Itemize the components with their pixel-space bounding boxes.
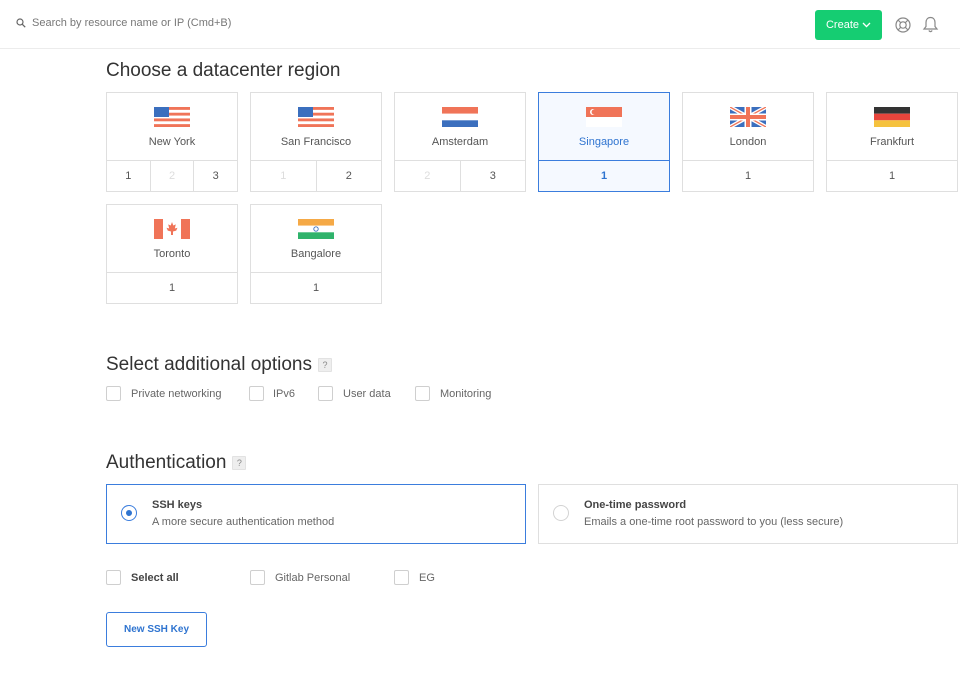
region-name: London: [729, 136, 767, 148]
monitoring-checkbox[interactable]: [415, 386, 430, 401]
ssh-key-label[interactable]: Gitlab Personal: [275, 572, 350, 584]
ssh-keys-radio[interactable]: [121, 505, 137, 521]
canada-flag-icon: [154, 219, 190, 239]
region-name: San Francisco: [280, 136, 352, 148]
datacenter-option[interactable]: 1: [683, 161, 813, 192]
datacenter-option: 1: [280, 170, 287, 182]
auth-option-description: A more secure authentication method: [152, 516, 335, 528]
authentication-heading-text: Authentication: [106, 452, 227, 473]
authentication-heading: Authentication?: [106, 452, 247, 474]
datacenter-option[interactable]: 1: [251, 273, 381, 304]
datacenter-numbers: 2 3: [395, 160, 525, 192]
datacenter-numbers: 1: [827, 160, 957, 192]
datacenter-option[interactable]: 1: [107, 273, 237, 304]
datacenter-numbers: 1: [251, 272, 381, 304]
datacenter-option: 2: [424, 170, 431, 182]
help-question-icon[interactable]: ?: [232, 455, 247, 470]
monitoring-label[interactable]: Monitoring: [440, 388, 491, 400]
new-ssh-key-button[interactable]: New SSH Key: [106, 612, 207, 647]
search-input[interactable]: Search by resource name or IP (Cmd+B): [32, 17, 231, 29]
auth-option-one-time-password[interactable]: One-time password Emails a one-time root…: [538, 484, 958, 544]
datacenter-option[interactable]: 1: [827, 161, 957, 192]
auth-option-description: Emails a one-time root password to you (…: [584, 516, 844, 528]
region-card-san-francisco[interactable]: San Francisco 1 2: [250, 92, 382, 192]
region-card-bangalore[interactable]: Bangalore 1: [250, 204, 382, 304]
auth-option-title: One-time password: [584, 499, 687, 511]
help-question-icon[interactable]: ?: [317, 357, 332, 372]
datacenter-numbers: 1: [107, 272, 237, 304]
create-button-label: Create: [825, 19, 860, 31]
ipv6-checkbox[interactable]: [249, 386, 264, 401]
datacenter-heading: Choose a datacenter region: [106, 60, 341, 81]
region-card-singapore[interactable]: Singapore 1: [538, 92, 670, 192]
region-name: New York: [148, 136, 196, 148]
private-networking-checkbox[interactable]: [106, 386, 121, 401]
datacenter-option[interactable]: 3: [193, 161, 237, 192]
private-networking-label[interactable]: Private networking: [131, 388, 222, 400]
options-heading: Select additional options?: [106, 354, 332, 376]
one-time-password-radio[interactable]: [553, 505, 569, 521]
region-card-london[interactable]: London 1: [682, 92, 814, 192]
auth-option-ssh-keys[interactable]: SSH keys A more secure authentication me…: [106, 484, 526, 544]
singapore-flag-icon: [586, 107, 622, 127]
ipv6-label[interactable]: IPv6: [273, 388, 295, 400]
datacenter-option[interactable]: 2: [315, 161, 382, 192]
datacenter-option[interactable]: 1: [107, 161, 150, 192]
search-box[interactable]: Search by resource name or IP (Cmd+B): [16, 17, 231, 29]
datacenter-option[interactable]: 3: [459, 161, 526, 192]
datacenter-numbers: 1: [683, 160, 813, 192]
region-card-new-york[interactable]: New York 1 2 3: [106, 92, 238, 192]
user-data-checkbox[interactable]: [318, 386, 333, 401]
datacenter-numbers: 1 2: [251, 160, 381, 192]
select-all-checkbox[interactable]: [106, 570, 121, 585]
region-name: Singapore: [578, 136, 630, 148]
datacenter-numbers: 1 2 3: [107, 160, 237, 192]
region-card-amsterdam[interactable]: Amsterdam 2 3: [394, 92, 526, 192]
chevron-down-icon: [862, 19, 871, 31]
us-flag-icon: [298, 107, 334, 127]
region-card-frankfurt[interactable]: Frankfurt 1: [826, 92, 958, 192]
datacenter-option[interactable]: 1: [539, 161, 669, 192]
create-button[interactable]: Create: [815, 10, 882, 40]
india-flag-icon: [298, 219, 334, 239]
germany-flag-icon: [874, 107, 910, 127]
top-bar: Search by resource name or IP (Cmd+B) Cr…: [0, 0, 960, 49]
region-name: Frankfurt: [869, 136, 914, 148]
ssh-key-checkbox-gitlab-personal[interactable]: [250, 570, 265, 585]
search-icon: [16, 18, 26, 28]
region-name: Bangalore: [290, 248, 342, 260]
options-heading-text: Select additional options: [106, 354, 312, 375]
netherlands-flag-icon: [442, 107, 478, 127]
datacenter-numbers: 1: [539, 160, 669, 192]
help-lifebuoy-icon[interactable]: [895, 17, 911, 38]
region-card-toronto[interactable]: Toronto 1: [106, 204, 238, 304]
us-flag-icon: [154, 107, 190, 127]
region-name: Toronto: [153, 248, 191, 260]
ssh-key-label[interactable]: EG: [419, 572, 435, 584]
auth-option-title: SSH keys: [152, 499, 203, 511]
datacenter-option: 2: [149, 161, 194, 192]
ssh-key-checkbox-eg[interactable]: [394, 570, 409, 585]
user-data-label[interactable]: User data: [343, 388, 391, 400]
select-all-label[interactable]: Select all: [131, 572, 179, 584]
uk-flag-icon: [730, 107, 766, 127]
region-name: Amsterdam: [431, 136, 489, 148]
bell-icon[interactable]: [922, 16, 939, 39]
